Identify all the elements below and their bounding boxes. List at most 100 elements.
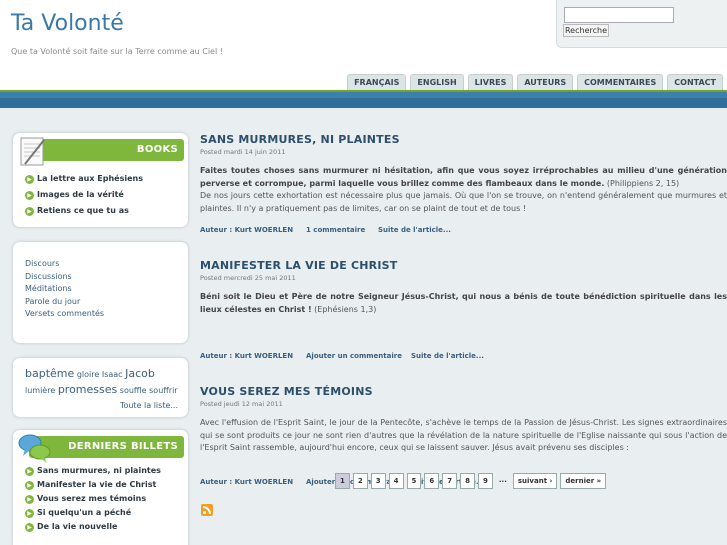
recent-post-link[interactable]: Vous serez mes témoins [37,492,146,506]
site-title[interactable]: Ta Volonté [11,11,124,36]
post-excerpt: Avec l'effusion de l'Esprit Saint, le jo… [200,417,727,455]
page-current: 1 [335,473,350,489]
arrow-right-icon: ▶ [25,480,34,490]
recent-posts-list: ▶ Sans murmures, ni plaintes ▶ Manifester … [13,464,188,540]
page-link[interactable]: 4 [388,473,404,489]
post-text: Avec l'effusion de l'Esprit Saint, le jo… [200,418,727,452]
post-verse: Béni soit le Dieu et Père de notre Seign… [200,292,727,314]
books-box: BOOKS ▶ La lettre aux Ephésiens ▶ Images d… [12,132,189,228]
post-date: Posted mercredi 25 mai 2011 [200,274,296,282]
category-link[interactable]: Méditations [25,283,176,296]
tag-link[interactable]: Jacob [125,367,155,380]
post-text: De nos jours cette exhortation est néces… [200,191,727,213]
tag-link[interactable]: Isaac [102,370,123,379]
recent-posts-title: DERNIERS BILLETS [68,441,178,452]
main-content: SANS MURMURES, NI PLAINTES Posted mardi … [200,133,727,486]
post-title[interactable]: SANS MURMURES, NI PLAINTES [200,133,727,147]
sidebar: BOOKS ▶ La lettre aux Ephésiens ▶ Images d… [12,132,189,545]
chat-bubbles-icon [18,434,51,463]
notepad-pen-icon [20,137,45,166]
post-excerpt: Faites toutes choses sans murmurer ni hé… [200,165,727,215]
post-date: Posted jeudi 12 mai 2011 [200,400,283,408]
recent-post-link[interactable]: Sans murmures, ni plaintes [37,464,161,478]
header-band [0,92,727,108]
nav-tab-contact[interactable]: CONTACT [667,74,723,90]
categories-list: Discours Discussions Méditations Parole … [13,242,188,331]
book-link[interactable]: La lettre aux Ephésiens [37,171,143,187]
post: SANS MURMURES, NI PLAINTES Posted mardi … [200,133,727,234]
post-comments-link[interactable]: 1 commentaire [306,226,365,234]
search-input[interactable] [564,7,674,23]
recent-post-link[interactable]: Manifester la vie de Christ [37,478,156,492]
post-verse-ref: (Philippiens 2, 15) [604,178,680,188]
read-more-link[interactable]: Suite de l'article... [411,352,484,360]
post-excerpt: Béni soit le Dieu et Père de notre Seign… [200,291,727,316]
recent-post-link[interactable]: Si quelqu'un a péché [37,506,131,520]
post-author[interactable]: Auteur : Kurt WOERLEN [200,226,293,234]
page-link[interactable]: 8 [460,473,475,489]
last-page-button[interactable]: dernier » [560,473,607,489]
arrow-right-icon: ▶ [25,466,34,476]
tag-link[interactable]: souffle [120,386,147,395]
read-more-link[interactable]: Suite de l'article... [378,226,451,234]
site-tagline: Que ta Volonté soit faite sur la Terre c… [11,47,223,56]
page-link[interactable]: 6 [424,473,440,489]
page-ellipsis: ... [498,476,507,484]
page-link[interactable]: 9 [478,473,493,489]
category-link[interactable]: Versets commentés [25,308,176,321]
recent-post-link[interactable]: De la vie nouvelle [37,520,117,534]
book-link[interactable]: Retiens ce que tu as [37,203,129,219]
arrow-right-icon: ▶ [25,206,34,216]
page-link[interactable]: 3 [370,473,386,489]
recent-posts-box: DERNIERS BILLETS ▶ Sans murmures, ni plai… [12,429,189,545]
nav-tab-francais[interactable]: FRANÇAIS [347,74,407,90]
list-item[interactable]: ▶ Sans murmures, ni plaintes [25,464,180,478]
nav-tab-auteurs[interactable]: AUTEURS [517,74,574,90]
list-item[interactable]: ▶ Vous serez mes témoins [25,492,180,506]
post-comments-link[interactable]: Ajouter un commentaire [306,352,402,360]
next-page-button[interactable]: suivant › [512,473,558,489]
pagination: 1 2 3 4 5 6 7 8 9 ... suivant › dernier … [335,473,607,489]
categories-box: Discours Discussions Méditations Parole … [12,241,189,344]
top-nav: FRANÇAIS ENGLISH LIVRES AUTEURS COMMENTA… [347,74,723,90]
category-link[interactable]: Discussions [25,271,176,284]
tag-link[interactable]: lumière [25,386,55,395]
page-link[interactable]: 7 [442,473,458,489]
nav-tab-livres[interactable]: LIVRES [467,74,514,90]
arrow-right-icon: ▶ [25,190,34,200]
nav-tab-english[interactable]: ENGLISH [410,74,464,90]
books-box-header: BOOKS [13,133,188,167]
tag-link[interactable]: gloire [77,370,99,379]
rss-feed-icon[interactable] [201,504,213,516]
post-author[interactable]: Auteur : Kurt WOERLEN [200,352,293,360]
post-title[interactable]: VOUS SEREZ MES TÉMOINS [200,385,727,399]
page-link[interactable]: 5 [406,473,422,489]
arrow-right-icon: ▶ [25,508,34,518]
page-link[interactable]: 2 [352,473,368,489]
arrow-right-icon: ▶ [25,174,34,184]
post-title[interactable]: MANIFESTER LA VIE DE CHRIST [200,259,727,273]
list-item[interactable]: ▶ De la vie nouvelle [25,520,180,534]
list-item[interactable]: ▶ Retiens ce que tu as [25,203,180,219]
post-author[interactable]: Auteur : Kurt WOERLEN [200,478,293,486]
list-item[interactable]: ▶ Si quelqu'un a péché [25,506,180,520]
tag-link[interactable]: baptême [25,367,74,380]
arrow-right-icon: ▶ [25,522,34,532]
post: VOUS SEREZ MES TÉMOINS Posted jeudi 12 m… [200,385,727,486]
nav-tab-commentaires[interactable]: COMMENTAIRES [577,74,664,90]
books-box-title: BOOKS [136,144,178,155]
recent-posts-header: DERNIERS BILLETS [13,430,188,464]
tag-cloud: baptême gloire Isaac Jacob lumière prome… [13,358,188,421]
list-item[interactable]: ▶ La lettre aux Ephésiens [25,171,180,187]
books-list: ▶ La lettre aux Ephésiens ▶ Images de la v… [13,167,188,225]
search-button[interactable]: Recherche [563,24,609,37]
list-item[interactable]: ▶ Images de la vérité [25,187,180,203]
tags-box: baptême gloire Isaac Jacob lumière prome… [12,357,189,418]
tag-link[interactable]: promesses [58,383,117,396]
all-tags-link[interactable]: Toute la liste... [25,398,178,413]
tag-link[interactable]: souffrir [149,386,177,395]
category-link[interactable]: Parole du jour [25,296,176,309]
category-link[interactable]: Discours [25,258,176,271]
list-item[interactable]: ▶ Manifester la vie de Christ [25,478,180,492]
book-link[interactable]: Images de la vérité [37,187,124,203]
